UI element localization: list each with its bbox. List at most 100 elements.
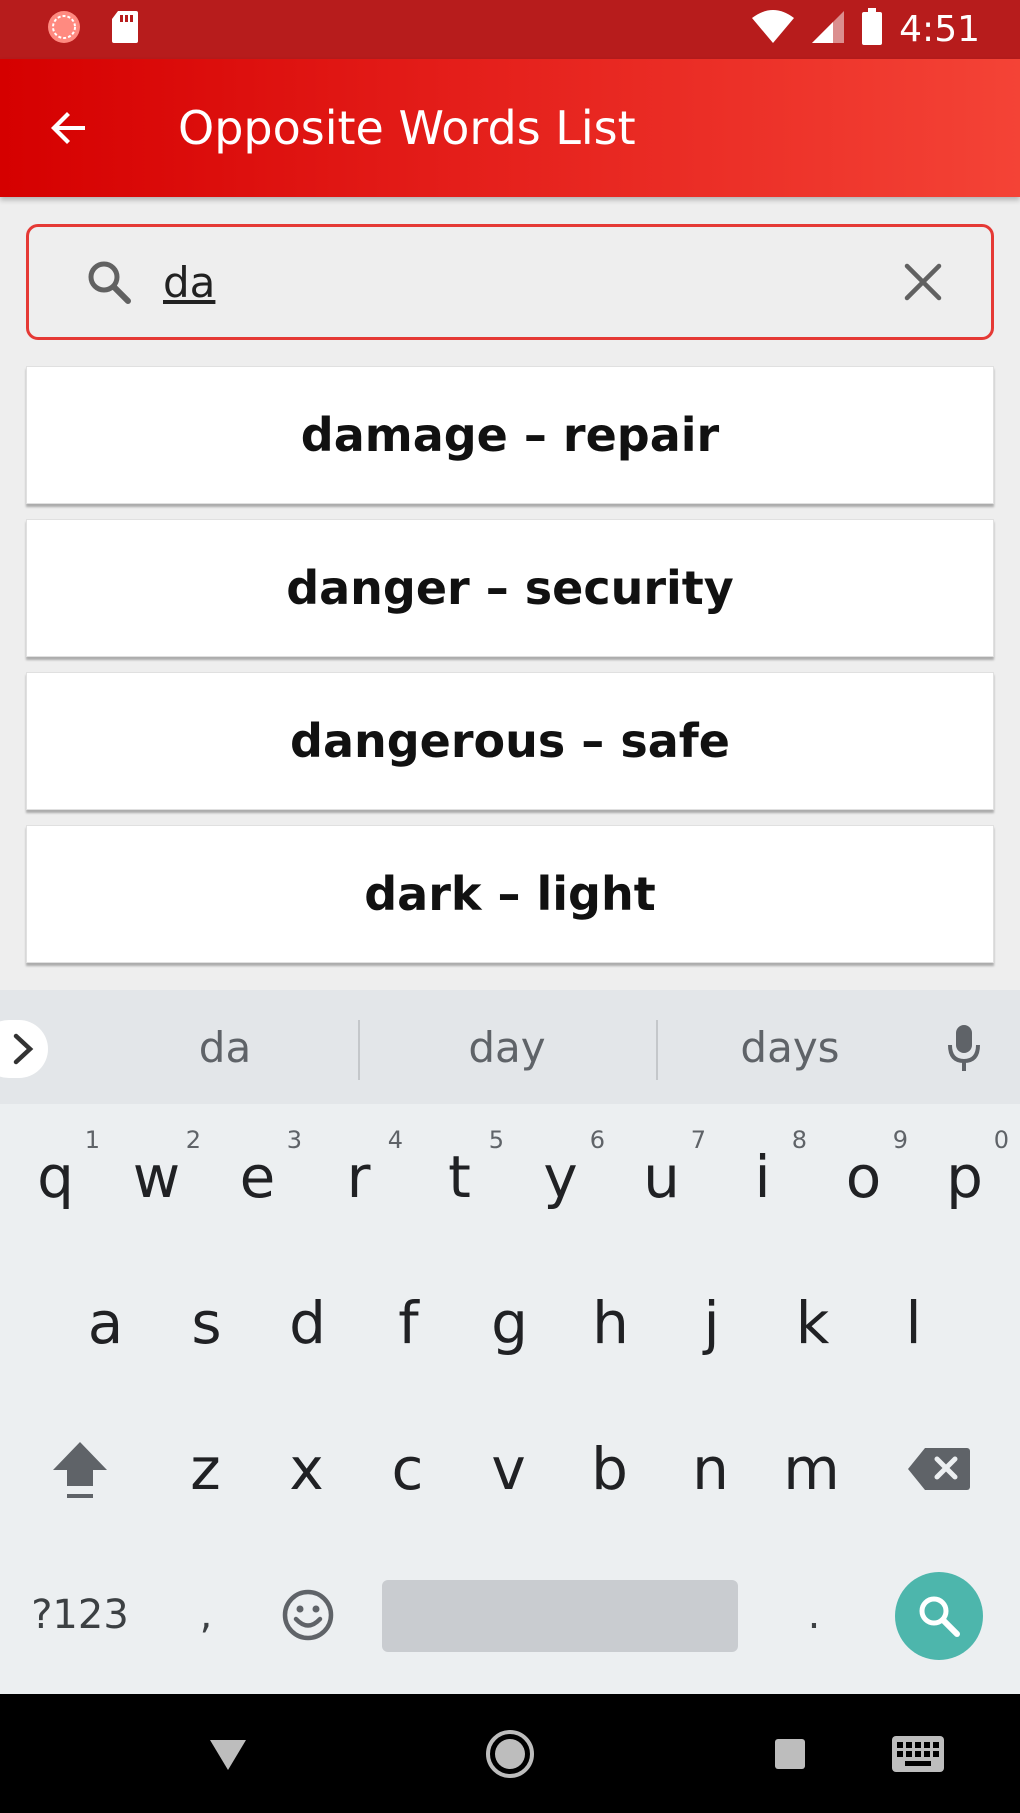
key-hint: 6	[589, 1126, 605, 1154]
key-g[interactable]: g	[459, 1250, 560, 1396]
key-label: p	[946, 1143, 983, 1211]
key-u[interactable]: u7	[611, 1104, 712, 1250]
key-hint: 2	[185, 1126, 201, 1154]
suggestion-strip: da day days	[0, 990, 1020, 1104]
key-label: t	[448, 1143, 471, 1211]
symbols-key[interactable]: ?123	[20, 1542, 140, 1688]
navigation-bar	[0, 1694, 1020, 1813]
triangle-down-icon	[210, 1740, 246, 1770]
page-title: Opposite Words List	[178, 101, 636, 155]
microphone-icon	[948, 1025, 980, 1071]
nav-back-button[interactable]	[190, 1716, 266, 1792]
clock: 4:51	[899, 9, 980, 50]
keyboard-row-2: asdfghjkl	[0, 1250, 1020, 1396]
keyboard-row-1: q1w2e3r4t5y6u7i8o9p0	[0, 1104, 1020, 1250]
suggestion-2[interactable]: day	[362, 990, 652, 1104]
key-label: w	[132, 1143, 181, 1211]
home-circle-icon	[486, 1730, 534, 1778]
wifi-icon	[751, 10, 795, 49]
keyboard-row-4: ?123 , .	[0, 1542, 1020, 1688]
key-hint: 3	[286, 1126, 302, 1154]
app-bar: Opposite Words List	[0, 59, 1020, 197]
key-l[interactable]: l	[863, 1250, 964, 1396]
key-label: o	[845, 1143, 882, 1211]
sync-icon	[46, 9, 82, 50]
nav-recents-button[interactable]	[752, 1716, 828, 1792]
shift-icon	[53, 1442, 107, 1498]
key-hint: 0	[993, 1126, 1009, 1154]
key-z[interactable]: z	[155, 1396, 256, 1542]
chevron-right-icon	[13, 1033, 34, 1065]
keyboard-row-3: zxcvbnm	[0, 1396, 1020, 1542]
key-label: y	[543, 1143, 578, 1211]
key-b[interactable]: b	[559, 1396, 660, 1542]
battery-icon	[861, 8, 883, 51]
emoji-icon	[282, 1589, 334, 1641]
clear-search-button[interactable]	[893, 252, 953, 312]
expand-toolbar-button[interactable]	[0, 1020, 48, 1078]
space-bar[interactable]	[382, 1580, 738, 1652]
back-button[interactable]	[24, 83, 114, 173]
key-j[interactable]: j	[661, 1250, 762, 1396]
key-label: u	[643, 1143, 680, 1211]
suggestion-3[interactable]: days	[650, 990, 930, 1104]
list-item-text: danger – security	[286, 561, 734, 615]
list-item[interactable]: dark – light	[26, 825, 994, 963]
key-m[interactable]: m	[761, 1396, 862, 1542]
key-n[interactable]: n	[660, 1396, 761, 1542]
key-f[interactable]: f	[358, 1250, 459, 1396]
key-t[interactable]: t5	[409, 1104, 510, 1250]
key-y[interactable]: y6	[510, 1104, 611, 1250]
list-item[interactable]: dangerous – safe	[26, 672, 994, 810]
key-hint: 8	[791, 1126, 807, 1154]
search-input[interactable]	[163, 257, 863, 307]
list-item[interactable]: damage – repair	[26, 366, 994, 504]
backspace-key[interactable]	[886, 1396, 992, 1542]
arrow-left-icon	[51, 112, 85, 144]
search-box	[26, 224, 994, 340]
key-a[interactable]: a	[55, 1250, 156, 1396]
key-h[interactable]: h	[560, 1250, 661, 1396]
divider	[358, 1020, 360, 1080]
key-d[interactable]: d	[257, 1250, 358, 1396]
key-hint: 7	[690, 1126, 706, 1154]
key-i[interactable]: i8	[712, 1104, 813, 1250]
period-key[interactable]: .	[768, 1542, 860, 1688]
status-bar: 4:51	[0, 0, 1020, 59]
keyboard-icon	[892, 1736, 944, 1772]
key-k[interactable]: k	[762, 1250, 863, 1396]
key-hint: 5	[488, 1126, 504, 1154]
key-s[interactable]: s	[156, 1250, 257, 1396]
shift-key[interactable]	[30, 1396, 130, 1542]
suggestion-1[interactable]: da	[80, 990, 370, 1104]
key-c[interactable]: c	[357, 1396, 458, 1542]
backspace-icon	[908, 1448, 970, 1490]
square-icon	[775, 1739, 805, 1769]
keyboard-switch-button[interactable]	[868, 1716, 968, 1792]
key-hint: 1	[84, 1126, 100, 1154]
microphone-button[interactable]	[936, 1018, 992, 1078]
search-submit-key[interactable]	[895, 1572, 983, 1660]
key-e[interactable]: e3	[207, 1104, 308, 1250]
results-list: damage – repair danger – security danger…	[26, 366, 994, 978]
key-label: i	[754, 1143, 771, 1211]
key-p[interactable]: p0	[914, 1104, 1015, 1250]
list-item[interactable]: danger – security	[26, 519, 994, 657]
close-icon	[904, 263, 942, 301]
key-q[interactable]: q1	[5, 1104, 106, 1250]
list-item-text: dark – light	[364, 867, 656, 921]
nav-home-button[interactable]	[472, 1716, 548, 1792]
sd-card-icon	[110, 9, 140, 50]
emoji-key[interactable]	[262, 1542, 354, 1688]
key-v[interactable]: v	[458, 1396, 559, 1542]
key-o[interactable]: o9	[813, 1104, 914, 1250]
signal-icon	[811, 10, 845, 49]
key-label: q	[37, 1143, 74, 1211]
search-icon	[81, 254, 137, 310]
key-w[interactable]: w2	[106, 1104, 207, 1250]
key-hint: 9	[892, 1126, 908, 1154]
comma-key[interactable]: ,	[160, 1542, 252, 1688]
key-hint: 4	[387, 1126, 403, 1154]
key-r[interactable]: r4	[308, 1104, 409, 1250]
key-x[interactable]: x	[256, 1396, 357, 1542]
